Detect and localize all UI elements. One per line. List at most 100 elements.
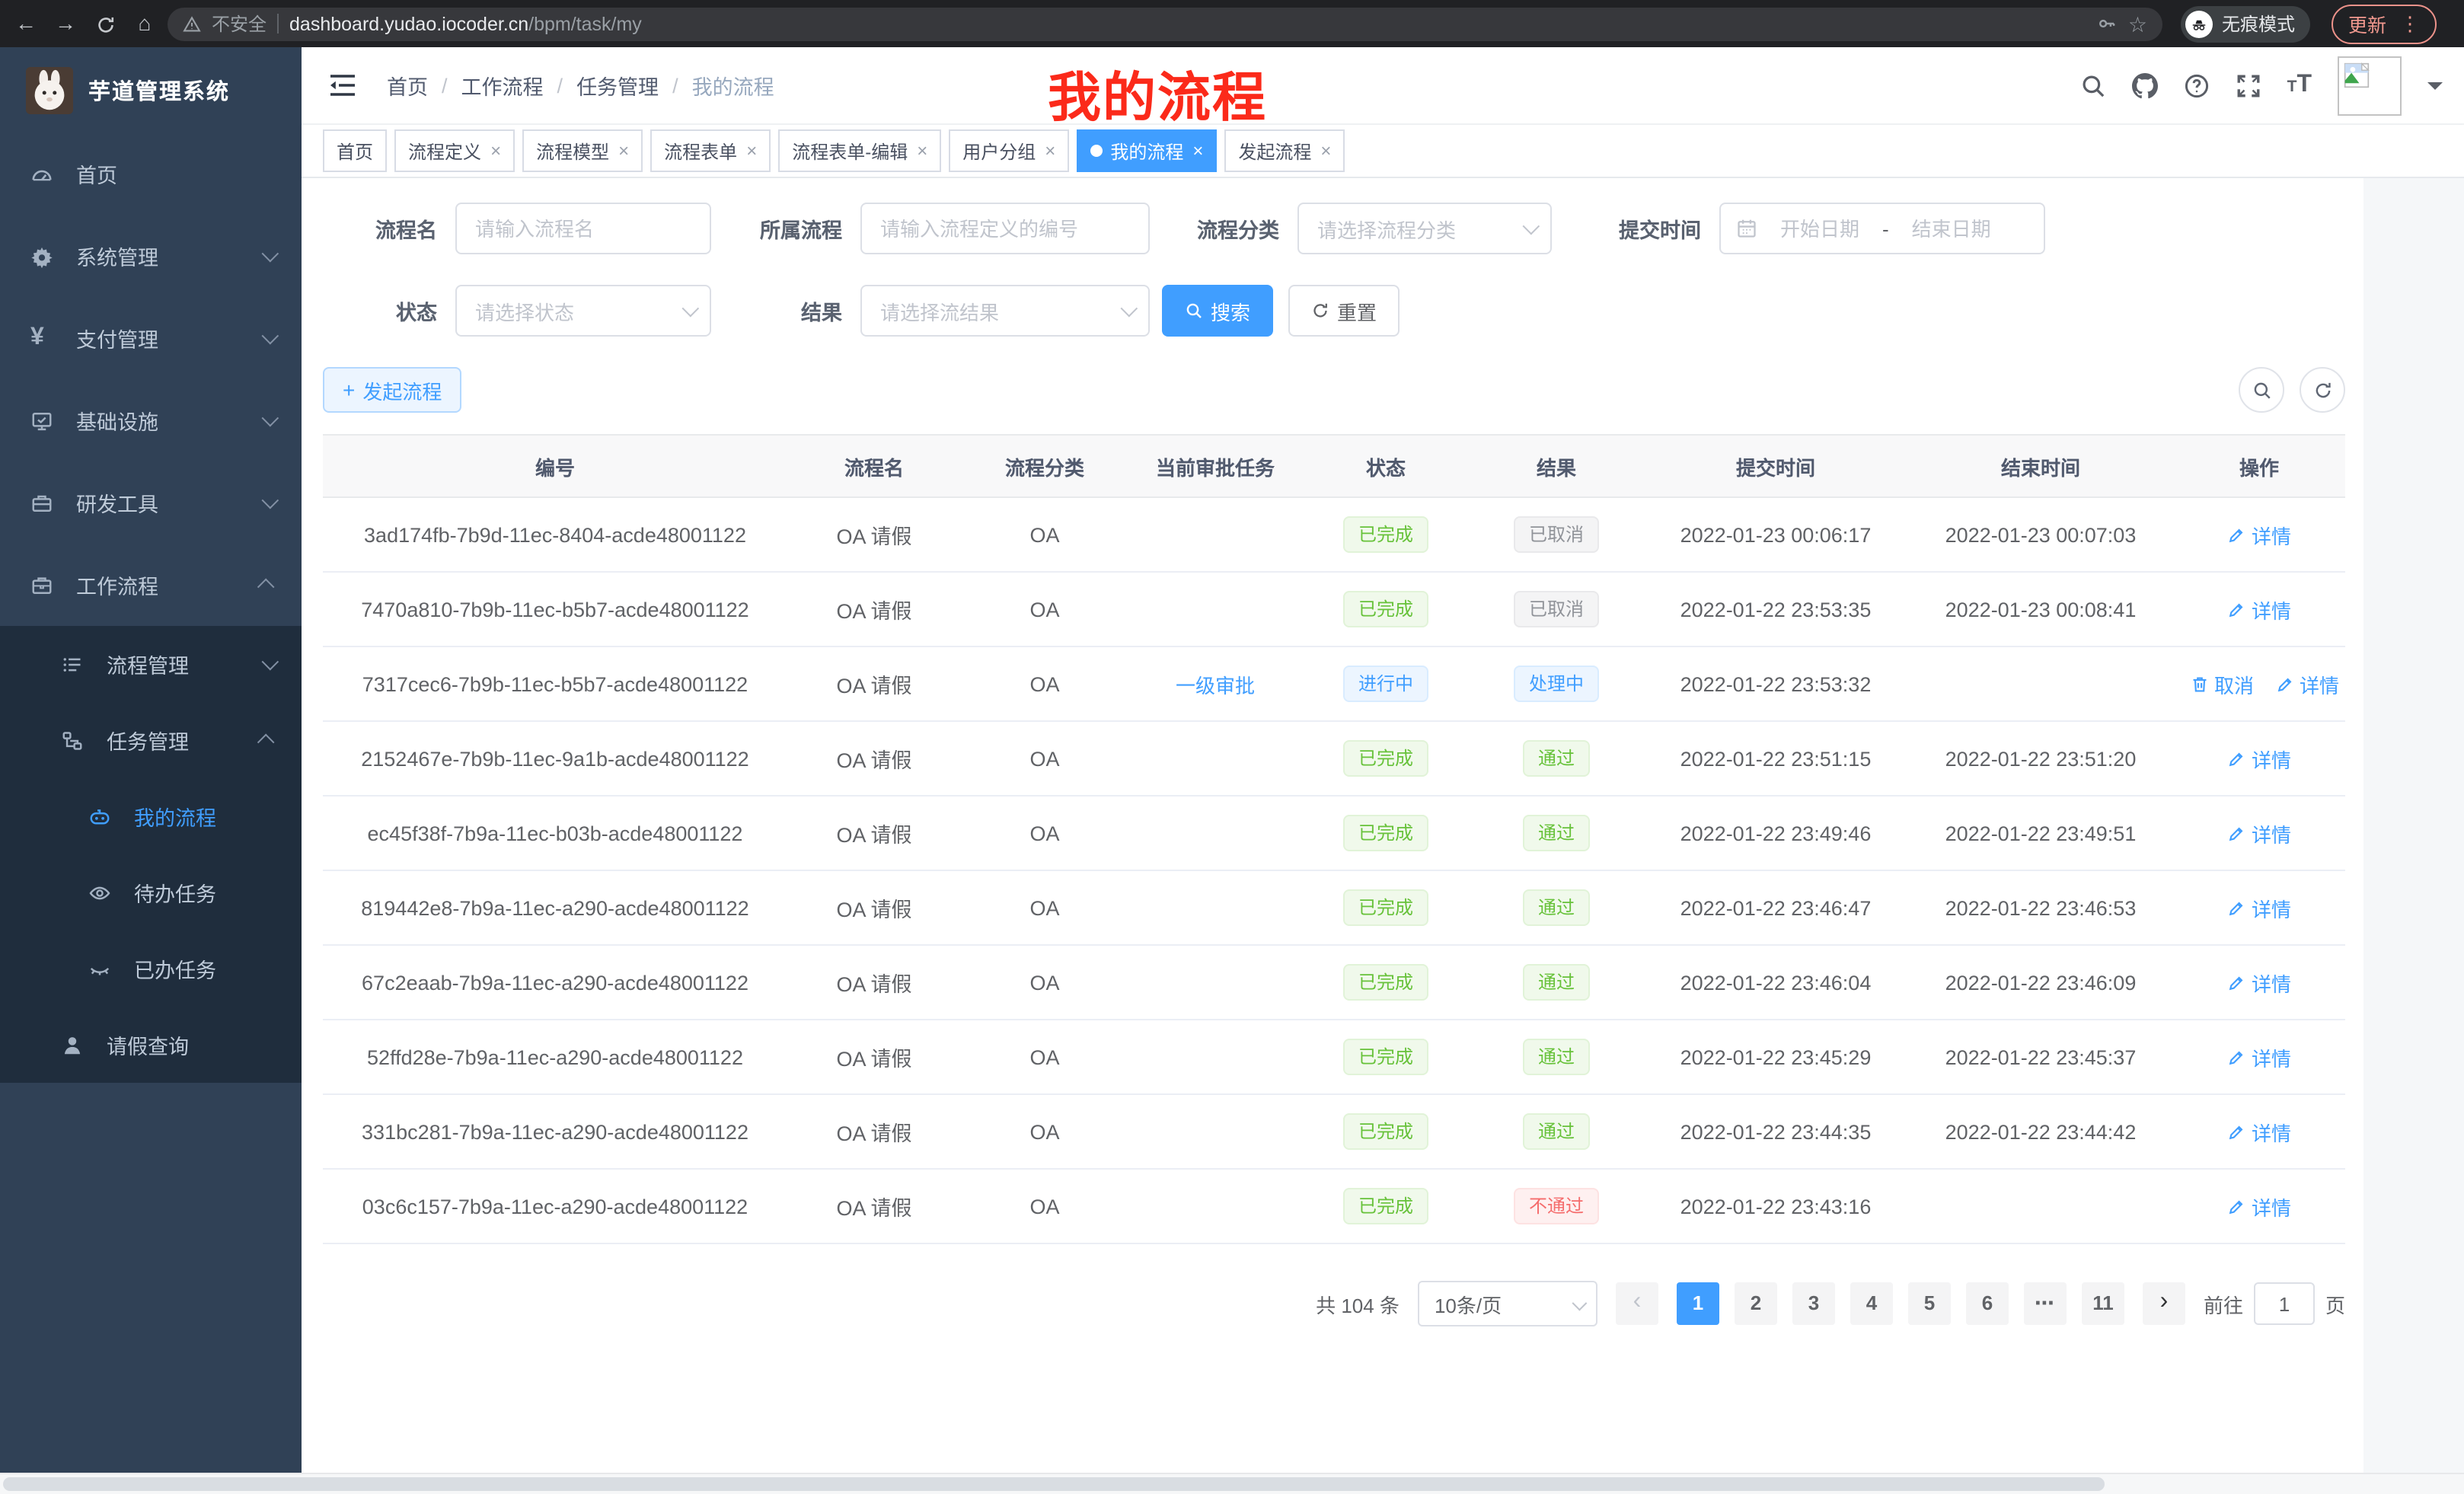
- cell-actions: 详情: [2173, 870, 2345, 945]
- detail-action[interactable]: 详情: [2227, 1042, 2291, 1071]
- sidebar-item-devtools[interactable]: 研发工具: [0, 461, 302, 544]
- pagination-page-3[interactable]: 3: [1792, 1282, 1835, 1325]
- sidebar-item-task-mgmt[interactable]: 任务管理: [0, 702, 302, 778]
- menu-fold-icon[interactable]: [326, 69, 359, 102]
- tab-close-icon[interactable]: ×: [1045, 140, 1055, 161]
- tab-close-icon[interactable]: ×: [1192, 140, 1203, 161]
- cell-result: 通过: [1470, 1094, 1643, 1169]
- refresh-table-button[interactable]: [2300, 367, 2345, 413]
- tab-流程定义[interactable]: 流程定义×: [394, 129, 515, 172]
- tab-用户分组[interactable]: 用户分组×: [949, 129, 1069, 172]
- date-range-picker[interactable]: -: [1719, 203, 2045, 254]
- search-icon[interactable]: [2080, 72, 2106, 98]
- pagination-page-4[interactable]: 4: [1850, 1282, 1893, 1325]
- pagination-ellipsis[interactable]: ⋯: [2024, 1282, 2067, 1325]
- tab-首页[interactable]: 首页: [323, 129, 387, 172]
- pagination-page-2[interactable]: 2: [1735, 1282, 1777, 1325]
- search-button[interactable]: 搜索: [1162, 285, 1273, 337]
- sidebar-item-done-tasks[interactable]: 已办任务: [0, 931, 302, 1007]
- omnibox-divider: [277, 14, 279, 34]
- cancel-action[interactable]: 取消: [2190, 669, 2254, 698]
- search-icon: [1185, 302, 1203, 320]
- reset-button[interactable]: 重置: [1288, 285, 1400, 337]
- tab-流程表单[interactable]: 流程表单×: [650, 129, 771, 172]
- sidebar-item-label: 工作流程: [76, 570, 158, 600]
- bookmark-star-icon[interactable]: ☆: [2128, 13, 2147, 34]
- table-row: 2152467e-7b9b-11ec-9a1b-acde48001122OA 请…: [323, 721, 2345, 796]
- app-title: 芋道管理系统: [88, 74, 230, 106]
- tab-close-icon[interactable]: ×: [917, 140, 927, 161]
- tab-流程表单-编辑[interactable]: 流程表单-编辑×: [778, 129, 941, 172]
- tab-close-icon[interactable]: ×: [618, 140, 629, 161]
- pagination-next-icon[interactable]: ›: [2143, 1282, 2185, 1325]
- pagination-page-1[interactable]: 1: [1677, 1282, 1719, 1325]
- pagination-page-5[interactable]: 5: [1908, 1282, 1951, 1325]
- sidebar-item-infra[interactable]: 基础设施: [0, 379, 302, 461]
- app-logo[interactable]: 芋道管理系统: [0, 47, 302, 132]
- password-key-icon[interactable]: [2098, 14, 2118, 34]
- browser-update-button[interactable]: 更新 ⋮: [2332, 4, 2437, 43]
- browser-home-icon[interactable]: ⌂: [128, 0, 161, 47]
- chevron-down-icon[interactable]: [2427, 82, 2443, 97]
- toggle-search-button[interactable]: [2239, 367, 2284, 413]
- sidebar-item-leave-query[interactable]: 请假查询: [0, 1007, 302, 1083]
- page-size-select[interactable]: 10条/页: [1418, 1281, 1597, 1326]
- detail-action[interactable]: 详情: [2227, 968, 2291, 997]
- detail-action[interactable]: 详情: [2227, 1117, 2291, 1146]
- cell-process-id: ec45f38f-7b9a-11ec-b03b-acde48001122: [323, 796, 787, 870]
- horizontal-scrollbar[interactable]: [0, 1473, 2464, 1494]
- end-date-input[interactable]: [1898, 215, 2005, 241]
- detail-action[interactable]: 详情: [2275, 669, 2339, 698]
- goto-page-input[interactable]: [2254, 1282, 2315, 1325]
- category-select[interactable]: 请选择流程分类: [1297, 203, 1552, 254]
- fullscreen-icon[interactable]: [2236, 72, 2261, 98]
- avatar[interactable]: [2338, 56, 2402, 115]
- sidebar-item-payment[interactable]: ¥ 支付管理: [0, 297, 302, 379]
- pagination-page-6[interactable]: 6: [1966, 1282, 2009, 1325]
- result-select[interactable]: 请选择流结果: [860, 285, 1150, 337]
- status-select[interactable]: 请选择状态: [455, 285, 711, 337]
- tab-close-icon[interactable]: ×: [490, 140, 501, 161]
- sidebar-item-my-process[interactable]: 我的流程: [0, 778, 302, 854]
- help-icon[interactable]: [2184, 72, 2210, 98]
- font-size-icon[interactable]: TT: [2287, 73, 2312, 97]
- tab-流程模型[interactable]: 流程模型×: [522, 129, 643, 172]
- detail-action[interactable]: 详情: [2227, 520, 2291, 549]
- detail-action[interactable]: 详情: [2227, 1192, 2291, 1221]
- sidebar-item-home[interactable]: 首页: [0, 132, 302, 215]
- sidebar-item-process-mgmt[interactable]: 流程管理: [0, 626, 302, 702]
- detail-action[interactable]: 详情: [2227, 595, 2291, 624]
- detail-action[interactable]: 详情: [2227, 744, 2291, 773]
- browser-forward-icon[interactable]: →: [49, 0, 82, 47]
- table-row: 7470a810-7b9b-11ec-b5b7-acde48001122OA 请…: [323, 572, 2345, 646]
- sidebar-item-workflow[interactable]: 工作流程: [0, 544, 302, 626]
- start-date-input[interactable]: [1767, 215, 1873, 241]
- breadcrumb-item[interactable]: 任务管理: [576, 70, 659, 101]
- sidebar-item-todo-tasks[interactable]: 待办任务: [0, 854, 302, 931]
- tab-我的流程[interactable]: 我的流程×: [1077, 129, 1217, 172]
- tab-close-icon[interactable]: ×: [1320, 140, 1331, 161]
- process-name-input[interactable]: [455, 203, 711, 254]
- breadcrumb-item[interactable]: 工作流程: [461, 70, 544, 101]
- detail-action[interactable]: 详情: [2227, 819, 2291, 848]
- cell-status: 已完成: [1302, 796, 1470, 870]
- browser-back-icon[interactable]: ←: [9, 0, 43, 47]
- breadcrumb-item[interactable]: 首页: [387, 70, 428, 101]
- breadcrumb-separator: /: [442, 74, 448, 97]
- browser-reload-icon[interactable]: [88, 0, 122, 47]
- table-row: 3ad174fb-7b9d-11ec-8404-acde48001122OA 请…: [323, 497, 2345, 572]
- cell-process-name: OA 请假: [787, 572, 961, 646]
- parent-process-input[interactable]: [860, 203, 1150, 254]
- detail-action[interactable]: 详情: [2227, 893, 2291, 922]
- current-task-link[interactable]: 一级审批: [1176, 669, 1255, 698]
- tab-close-icon[interactable]: ×: [746, 140, 757, 161]
- github-icon[interactable]: [2132, 72, 2158, 98]
- pagination-prev-icon[interactable]: ‹: [1616, 1282, 1658, 1325]
- pagination-page-11[interactable]: 11: [2082, 1282, 2124, 1325]
- scrollbar-thumb[interactable]: [3, 1477, 2105, 1491]
- start-process-button[interactable]: + 发起流程: [323, 367, 461, 413]
- browser-menu-icon[interactable]: ⋮: [2400, 14, 2420, 34]
- browser-address-bar[interactable]: 不安全 dashboard.yudao.iocoder.cn/bpm/task/…: [168, 7, 2162, 40]
- tab-发起流程[interactable]: 发起流程×: [1224, 129, 1345, 172]
- sidebar-item-system[interactable]: 系统管理: [0, 215, 302, 297]
